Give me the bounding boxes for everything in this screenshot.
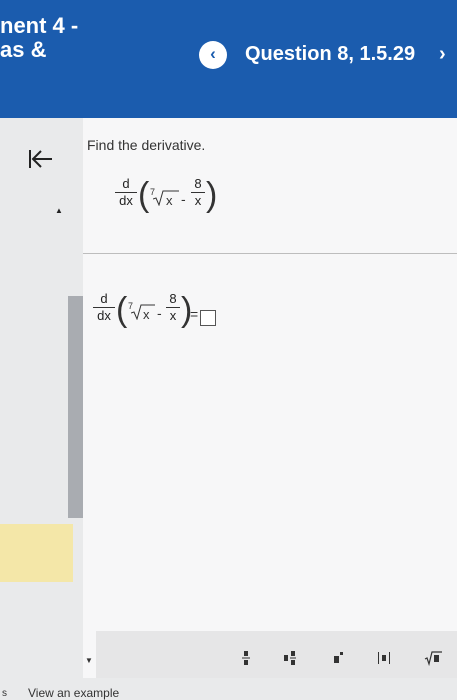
math-toolbar <box>96 631 457 678</box>
scroll-down-icon[interactable]: ▼ <box>85 656 93 665</box>
answer-derivative-numerator: d <box>100 291 108 306</box>
sqrt-icon[interactable] <box>420 650 446 666</box>
answer-fraction-numerator: 8 <box>169 291 177 306</box>
equals-sign: = <box>190 306 199 322</box>
left-paren: ( <box>138 176 150 214</box>
previous-question-button[interactable]: ‹ <box>199 41 227 69</box>
derivative-numerator: d <box>122 176 130 191</box>
divider <box>83 253 457 254</box>
course-title: nent 4 - as & <box>0 13 79 62</box>
next-question-button[interactable]: › <box>439 43 446 66</box>
fraction-denominator: x <box>194 193 202 208</box>
answer-input[interactable] <box>200 310 216 326</box>
answer-left-paren: ( <box>116 291 128 329</box>
right-paren: ) <box>206 176 218 214</box>
question-prompt: Find the derivative. <box>87 137 206 153</box>
hint-panel <box>0 524 73 582</box>
view-example-link[interactable]: View an example <box>28 686 119 700</box>
exponent-icon[interactable] <box>325 650 351 666</box>
absolute-value-icon[interactable] <box>371 650 397 666</box>
scroll-up-icon[interactable]: ▲ <box>55 206 63 215</box>
fraction-numerator: 8 <box>194 176 202 191</box>
answer-derivative-denominator: dx <box>97 308 111 323</box>
bottom-mark: s <box>2 688 7 699</box>
answer-fraction-denominator: x <box>169 308 177 323</box>
mixed-number-icon[interactable] <box>278 650 304 666</box>
top-header: nent 4 - as & ‹ Question 8, 1.5.29 › <box>0 0 457 118</box>
answer-radicand: x <box>143 307 150 322</box>
answer-minus-sign: - <box>157 305 162 321</box>
radicand: x <box>166 193 173 208</box>
fraction-icon[interactable] <box>233 650 259 666</box>
collapse-panel-icon[interactable] <box>28 147 54 171</box>
derivative-denominator: dx <box>119 193 133 208</box>
minus-sign: - <box>181 191 186 207</box>
question-title: Question 8, 1.5.29 <box>245 43 416 65</box>
scrollbar-thumb[interactable] <box>68 296 83 518</box>
